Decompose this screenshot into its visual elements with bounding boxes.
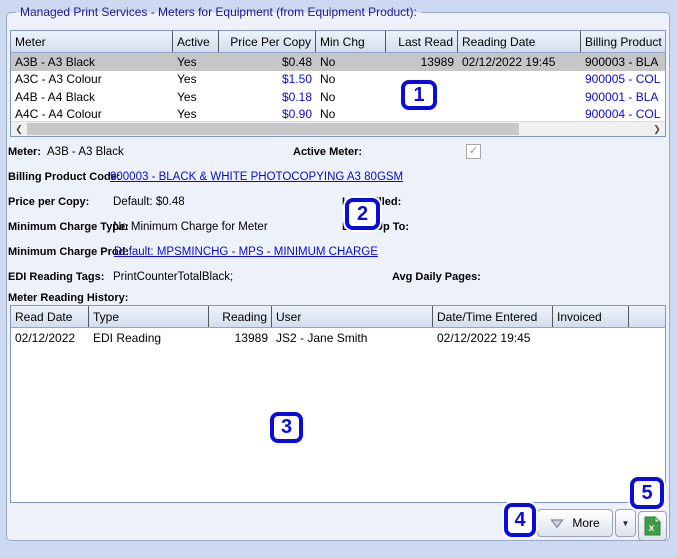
meters-table-header: Meter Active Price Per Copy Min Chg Last… [11,31,665,53]
meter-reading-history-label: Meter Reading History: [8,292,128,304]
history-row[interactable]: 02/12/2022 EDI Reading 13989 JS2 - Jane … [11,328,665,347]
active-meter-label: Active Meter: [293,146,362,158]
edi-reading-tags-label: EDI Reading Tags: [8,271,104,283]
cell-active: Yes [173,107,219,121]
dropdown-arrow-icon: ▼ [622,519,630,528]
cell-active: Yes [173,55,219,69]
col-header-type[interactable]: Type [89,306,209,327]
col-header-filler [629,306,665,327]
meter-value: A3B - A3 Black [47,146,124,158]
cell-min-chg: No [316,90,386,104]
annotation-badge-5: 5 [630,477,664,509]
cell-price: $0.18 [219,90,316,104]
col-header-meter[interactable]: Meter [11,31,173,52]
cell-reading-date: 02/12/2022 19:45 [458,55,581,69]
scroll-left-icon[interactable]: ❮ [12,122,26,136]
avg-daily-pages-label: Avg Daily Pages: [392,271,481,283]
cell-meter: A4B - A4 Black [11,90,173,104]
cell-price: $0.48 [219,55,316,69]
col-header-price-per-copy[interactable]: Price Per Copy [219,31,316,52]
horizontal-scrollbar[interactable]: ❮ ❯ [11,121,665,136]
col-header-billing-product[interactable]: Billing Product [581,31,665,52]
col-header-datetime-entered[interactable]: Date/Time Entered [433,306,553,327]
cell-meter: A3C - A3 Colour [11,72,173,86]
annotation-badge-3: 3 [270,412,303,443]
price-per-copy-value: Default: $0.48 [113,196,185,208]
minimum-charge-prod-label: Minimum Charge Prod: [8,246,129,258]
svg-text:x: x [649,523,655,534]
annotation-badge-4: 4 [504,503,536,537]
meters-table: Meter Active Price Per Copy Min Chg Last… [10,30,666,137]
col-header-active[interactable]: Active [173,31,219,52]
cell-type: EDI Reading [89,331,209,345]
cell-meter: A4C - A4 Colour [11,107,173,121]
meter-row-a3c[interactable]: A3C - A3 Colour Yes $1.50 No 900005 - CO… [11,71,665,89]
cell-billing-product: 900004 - COL [581,107,665,121]
scrollbar-thumb[interactable] [27,123,519,135]
col-header-invoiced[interactable]: Invoiced [553,306,629,327]
edi-reading-tags-value: PrintCounterTotalBlack; [113,271,233,283]
cell-active: Yes [173,72,219,86]
cell-price: $1.50 [219,72,316,86]
annotation-badge-1: 1 [401,80,437,110]
col-header-last-read[interactable]: Last Read [386,31,458,52]
meter-row-a4b[interactable]: A4B - A4 Black Yes $0.18 No 900001 - BLA [11,88,665,106]
meter-row-a3b[interactable]: A3B - A3 Black Yes $0.48 No 13989 02/12/… [11,53,665,71]
meter-reading-history-table: Read Date Type Reading User Date/Time En… [10,305,666,503]
minimum-charge-type-label: Minimum Charge Type: [8,221,129,233]
cell-active: Yes [173,90,219,104]
col-header-read-date[interactable]: Read Date [11,306,89,327]
excel-icon: x [644,516,661,536]
cell-user: JS2 - Jane Smith [272,331,433,345]
col-header-reading-date[interactable]: Reading Date [458,31,581,52]
billing-product-label: Billing Product Code: [8,171,120,183]
active-meter-checkbox[interactable]: ✓ [466,144,481,159]
cell-price: $0.90 [219,107,316,121]
more-button-label: More [572,516,599,530]
meters-group-panel: Managed Print Services - Meters for Equi… [6,12,670,541]
col-header-reading[interactable]: Reading [209,306,272,327]
cell-billing-product: 900005 - COL [581,72,665,86]
triangle-down-icon [550,518,564,529]
cell-read-date: 02/12/2022 [11,331,89,345]
minimum-charge-product-link[interactable]: Default: MPSMINCHG - MPS - MINIMUM CHARG… [114,246,378,258]
cell-reading: 13989 [209,331,272,345]
checkmark-icon: ✓ [469,145,478,157]
price-per-copy-label: Price per Copy: [8,196,89,208]
annotation-badge-2: 2 [345,198,380,230]
app-background: { "group_title": "Managed Print Services… [0,0,678,558]
minimum-charge-type-value: No Minimum Charge for Meter [113,221,268,233]
cell-billing-product: 900001 - BLA [581,90,665,104]
export-excel-button[interactable]: x [638,511,667,541]
col-header-user[interactable]: User [272,306,433,327]
cell-datetime-entered: 02/12/2022 19:45 [433,331,553,345]
cell-last-read: 13989 [386,55,458,69]
group-title: Managed Print Services - Meters for Equi… [16,5,421,19]
col-header-min-chg[interactable]: Min Chg [316,31,386,52]
more-button[interactable]: More [537,509,613,537]
more-dropdown-button[interactable]: ▼ [615,509,636,537]
meter-label: Meter: [8,146,41,158]
scroll-right-icon[interactable]: ❯ [650,122,664,136]
history-table-header: Read Date Type Reading User Date/Time En… [11,306,665,328]
cell-meter: A3B - A3 Black [11,55,173,69]
billing-product-link[interactable]: 900003 - BLACK & WHITE PHOTOCOPYING A3 8… [110,171,403,183]
cell-min-chg: No [316,107,386,121]
cell-min-chg: No [316,55,386,69]
cell-billing-product: 900003 - BLA [581,55,665,69]
cell-min-chg: No [316,72,386,86]
